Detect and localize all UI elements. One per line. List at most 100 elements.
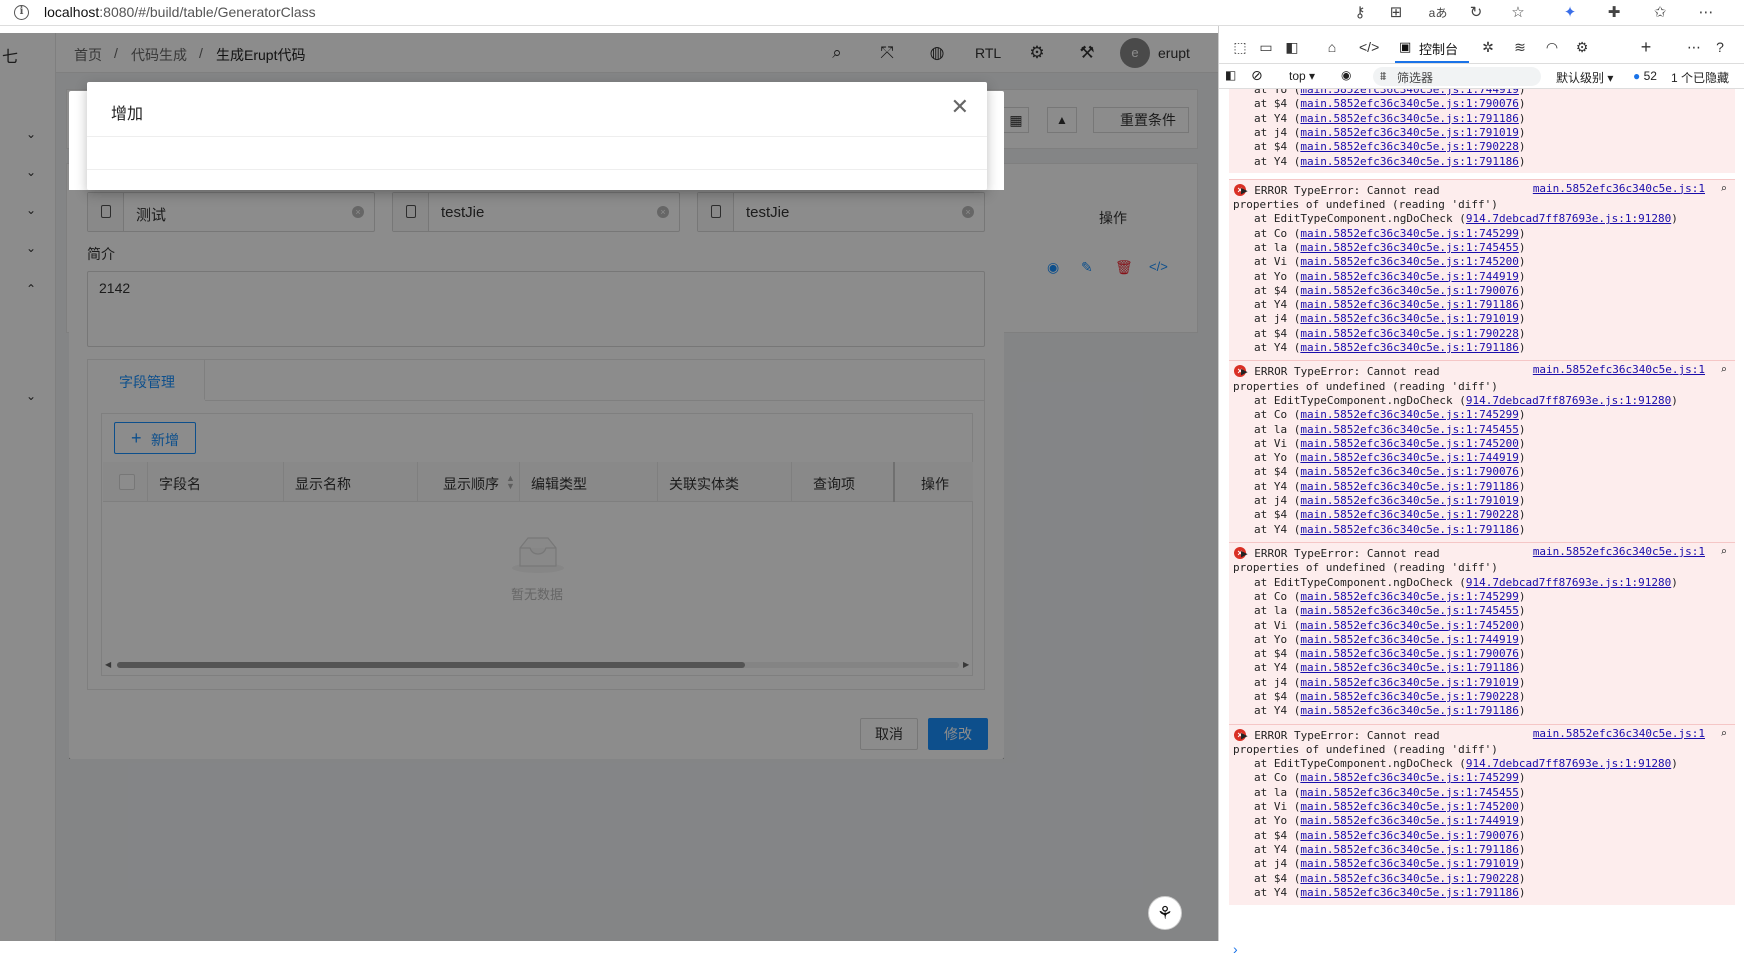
sort-icon[interactable]: ▲ ▼ xyxy=(506,474,515,491)
scroll-thumb[interactable] xyxy=(117,662,745,668)
source-link[interactable]: main.5852efc36c340c5e.js:1:744919 xyxy=(1300,814,1519,827)
source-link[interactable]: main.5852efc36c340c5e.js:1:791019 xyxy=(1300,312,1519,325)
source-link[interactable]: main.5852efc36c340c5e.js:1:744919 xyxy=(1300,89,1519,96)
tab-field-management[interactable]: 字段管理 xyxy=(88,360,205,400)
copy-icon[interactable] xyxy=(393,193,429,231)
error-source-link[interactable]: main.5852efc36c340c5e.js:1 xyxy=(1533,545,1705,558)
source-link[interactable]: main.5852efc36c340c5e.js:1:791186 xyxy=(1300,704,1519,717)
sidebar-toggle-icon[interactable]: ◧ xyxy=(1225,68,1236,82)
extensions-icon[interactable]: ✚ xyxy=(1604,3,1624,23)
clear-icon[interactable]: × xyxy=(962,206,974,218)
error-source-link[interactable]: main.5852efc36c340c5e.js:1 xyxy=(1533,182,1705,195)
performance-icon[interactable]: ◠ xyxy=(1543,38,1561,56)
source-link[interactable]: main.5852efc36c340c5e.js:1:745299 xyxy=(1300,771,1519,784)
source-link[interactable]: main.5852efc36c340c5e.js:1:745455 xyxy=(1300,423,1519,436)
source-link[interactable]: main.5852efc36c340c5e.js:1:791019 xyxy=(1300,676,1519,689)
add-tab-icon[interactable]: + xyxy=(1637,38,1655,56)
console-error[interactable]: × ▶ ERROR TypeError: Cannot read propertie… xyxy=(1229,178,1735,361)
source-link[interactable]: main.5852efc36c340c5e.js:1:745299 xyxy=(1300,590,1519,603)
source-link[interactable]: main.5852efc36c340c5e.js:1:791186 xyxy=(1300,155,1519,168)
settings-gear-icon[interactable]: ⚙ xyxy=(1573,38,1591,56)
search-icon[interactable]: ⌕ xyxy=(1720,545,1727,558)
source-link[interactable]: main.5852efc36c340c5e.js:1:744919 xyxy=(1300,633,1519,646)
table-name-input[interactable]: testJie × xyxy=(392,192,680,232)
source-link[interactable]: main.5852efc36c340c5e.js:1:745200 xyxy=(1300,800,1519,813)
dock-icon[interactable]: ◧ xyxy=(1283,38,1301,56)
col-display-order[interactable]: 显示顺序 xyxy=(443,474,499,494)
submit-button[interactable]: 修改 xyxy=(928,718,988,750)
horizontal-scrollbar[interactable]: ◀ ▶ xyxy=(105,660,971,670)
source-link[interactable]: main.5852efc36c340c5e.js:1:790076 xyxy=(1300,647,1519,660)
source-link[interactable]: main.5852efc36c340c5e.js:1:745299 xyxy=(1300,227,1519,240)
source-link[interactable]: main.5852efc36c340c5e.js:1:791186 xyxy=(1300,112,1519,125)
source-link[interactable]: main.5852efc36c340c5e.js:1:790076 xyxy=(1300,284,1519,297)
network-icon[interactable]: ≋ xyxy=(1511,38,1529,56)
source-link[interactable]: main.5852efc36c340c5e.js:1:790076 xyxy=(1300,465,1519,478)
console-error[interactable]: × ▶ ERROR TypeError: Cannot read propertie… xyxy=(1229,542,1735,724)
tab-console[interactable]: ▣ 控制台 xyxy=(1395,31,1469,63)
console-prompt[interactable]: › xyxy=(1233,941,1238,957)
source-link[interactable]: main.5852efc36c340c5e.js:1:744919 xyxy=(1300,451,1519,464)
source-link[interactable]: 914.7debcad7ff87693e.js:1:91280 xyxy=(1466,212,1671,225)
source-link[interactable]: main.5852efc36c340c5e.js:1:745455 xyxy=(1300,241,1519,254)
desc-textarea[interactable]: 2142 xyxy=(87,271,985,347)
close-icon[interactable]: ✕ xyxy=(951,96,969,118)
source-link[interactable]: main.5852efc36c340c5e.js:1:791186 xyxy=(1300,886,1519,899)
search-icon[interactable]: ⌕ xyxy=(1720,182,1727,195)
clear-console-icon[interactable]: ⊘ xyxy=(1251,67,1263,84)
source-link[interactable]: main.5852efc36c340c5e.js:1:745200 xyxy=(1300,255,1519,268)
source-link[interactable]: main.5852efc36c340c5e.js:1:791019 xyxy=(1300,494,1519,507)
source-link[interactable]: main.5852efc36c340c5e.js:1:791186 xyxy=(1300,298,1519,311)
eye-icon[interactable]: ◉ xyxy=(1341,68,1351,82)
magic-fab-icon[interactable]: ⚘ xyxy=(1148,896,1182,930)
site-info-icon[interactable]: i xyxy=(14,5,29,20)
more-icon[interactable]: ⋯ xyxy=(1696,3,1716,23)
source-link[interactable]: main.5852efc36c340c5e.js:1:745299 xyxy=(1300,408,1519,421)
more-tools-icon[interactable]: ⋯ xyxy=(1685,38,1703,56)
home-icon[interactable]: ⌂ xyxy=(1323,38,1341,56)
source-link[interactable]: main.5852efc36c340c5e.js:1:790228 xyxy=(1300,327,1519,340)
source-link[interactable]: main.5852efc36c340c5e.js:1:790228 xyxy=(1300,508,1519,521)
scroll-left-icon[interactable]: ◀ xyxy=(105,660,111,669)
source-link[interactable]: main.5852efc36c340c5e.js:1:745455 xyxy=(1300,786,1519,799)
clear-icon[interactable]: × xyxy=(352,206,364,218)
source-link[interactable]: main.5852efc36c340c5e.js:1:791186 xyxy=(1300,843,1519,856)
bug-icon[interactable]: ✲ xyxy=(1479,38,1497,56)
scroll-right-icon[interactable]: ▶ xyxy=(963,660,969,669)
elements-icon[interactable]: </> xyxy=(1359,38,1379,56)
url-text[interactable]: localhost:8080/#/build/table/GeneratorCl… xyxy=(44,4,316,20)
star-icon[interactable]: ☆ xyxy=(1508,3,1528,23)
source-link[interactable]: main.5852efc36c340c5e.js:1:790228 xyxy=(1300,690,1519,703)
apps-icon[interactable]: ⊞ xyxy=(1386,3,1406,23)
inspect-icon[interactable]: ⬚ xyxy=(1231,38,1249,56)
source-link[interactable]: 914.7debcad7ff87693e.js:1:91280 xyxy=(1466,757,1671,770)
source-link[interactable]: main.5852efc36c340c5e.js:1:745200 xyxy=(1300,437,1519,450)
source-link[interactable]: main.5852efc36c340c5e.js:1:791019 xyxy=(1300,857,1519,870)
cancel-button[interactable]: 取消 xyxy=(860,718,918,750)
source-link[interactable]: 914.7debcad7ff87693e.js:1:91280 xyxy=(1466,576,1671,589)
copy-icon[interactable] xyxy=(88,193,124,231)
source-link[interactable]: main.5852efc36c340c5e.js:1:791186 xyxy=(1300,341,1519,354)
search-icon[interactable]: ⌕ xyxy=(1720,363,1727,376)
error-source-link[interactable]: main.5852efc36c340c5e.js:1 xyxy=(1533,727,1705,740)
device-icon[interactable]: ▭ xyxy=(1257,38,1275,56)
source-link[interactable]: main.5852efc36c340c5e.js:1:791186 xyxy=(1300,661,1519,674)
source-link[interactable]: main.5852efc36c340c5e.js:1:791186 xyxy=(1300,480,1519,493)
source-link[interactable]: main.5852efc36c340c5e.js:1:790076 xyxy=(1300,97,1519,110)
source-link[interactable]: 914.7debcad7ff87693e.js:1:91280 xyxy=(1466,394,1671,407)
source-link[interactable]: main.5852efc36c340c5e.js:1:744919 xyxy=(1300,270,1519,283)
help-icon[interactable]: ? xyxy=(1711,38,1729,56)
source-link[interactable]: main.5852efc36c340c5e.js:1:745200 xyxy=(1300,619,1519,632)
refresh-icon[interactable]: ↻ xyxy=(1466,3,1486,23)
source-link[interactable]: main.5852efc36c340c5e.js:1:791019 xyxy=(1300,126,1519,139)
source-link[interactable]: main.5852efc36c340c5e.js:1:790076 xyxy=(1300,829,1519,842)
console-error[interactable]: × ▶ ERROR TypeError: Cannot read propertie… xyxy=(1229,723,1735,906)
select-all-checkbox[interactable] xyxy=(119,474,135,490)
source-link[interactable]: main.5852efc36c340c5e.js:1:745455 xyxy=(1300,604,1519,617)
favorites-icon[interactable]: ✩ xyxy=(1650,3,1670,23)
add-field-button[interactable]: + 新增 xyxy=(114,422,196,454)
filter-input[interactable]: ⩩ 筛选器 xyxy=(1373,67,1541,86)
context-select[interactable]: top ▾ xyxy=(1289,69,1315,83)
source-link[interactable]: main.5852efc36c340c5e.js:1:791186 xyxy=(1300,523,1519,536)
key-icon[interactable]: ⚷ xyxy=(1350,3,1370,23)
